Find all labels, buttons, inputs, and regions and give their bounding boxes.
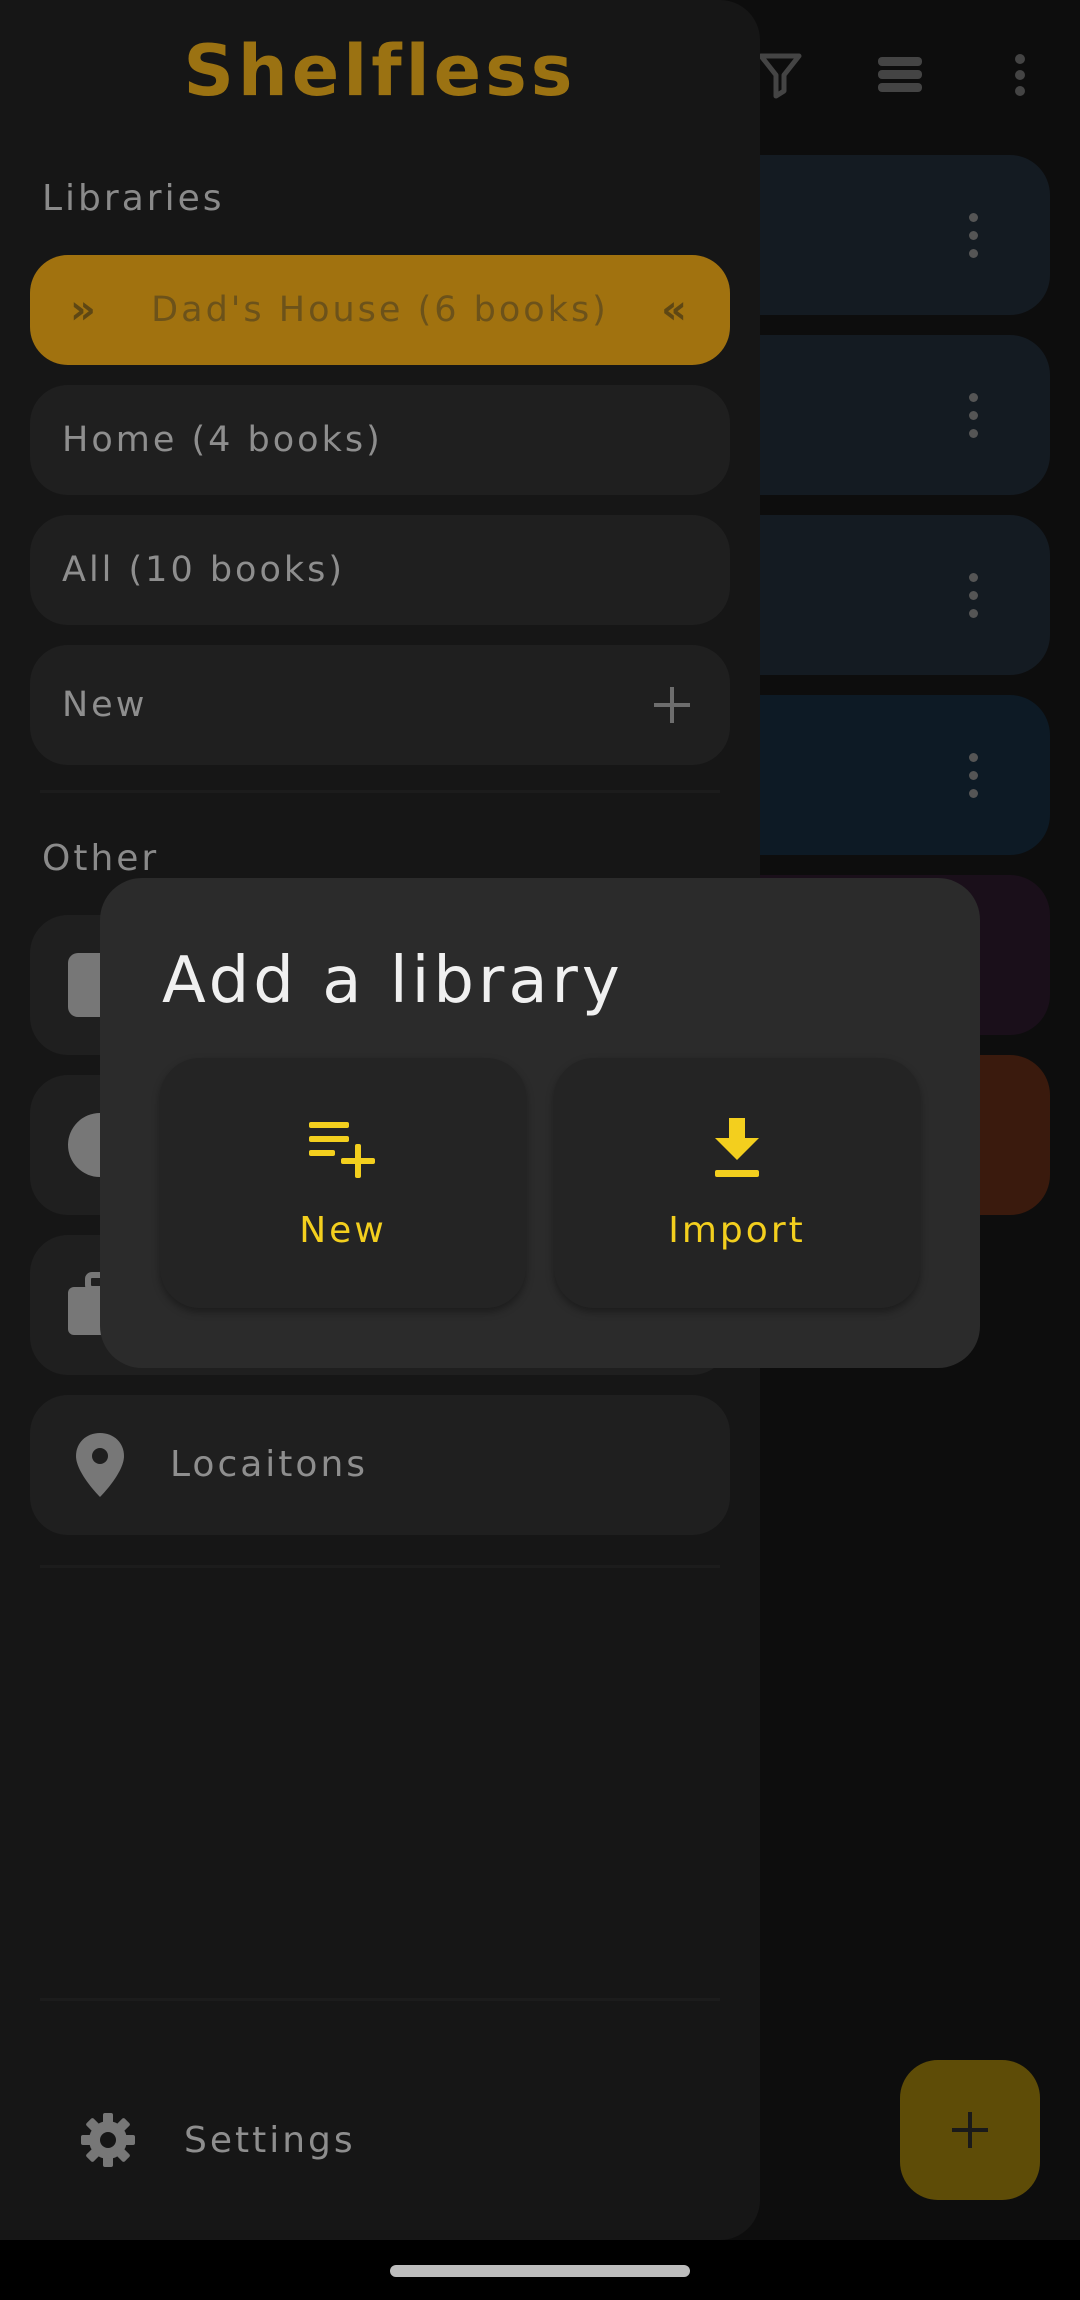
view-list-icon[interactable] [870, 45, 930, 105]
new-option-label: New [299, 1210, 387, 1251]
new-library-label: New [62, 685, 148, 725]
libraries-heading: Libraries [42, 178, 225, 219]
more-vert-icon[interactable] [969, 213, 978, 258]
chevrons-right-icon: » [70, 287, 99, 333]
more-vert-icon[interactable] [969, 393, 978, 438]
chevrons-left-icon: « [661, 287, 690, 333]
library-label: All (10 books) [62, 550, 346, 590]
dialog-title: Add a library [162, 944, 624, 1018]
import-library-option-button[interactable]: Import [554, 1058, 920, 1308]
other-item-locations[interactable]: Locaitons [30, 1395, 730, 1535]
home-gesture-handle[interactable] [390, 2265, 690, 2277]
divider [40, 1998, 720, 2001]
library-label: Dad's House (6 books) [151, 290, 609, 330]
new-library-option-button[interactable]: New [160, 1058, 526, 1308]
divider [40, 790, 720, 793]
gear-icon [81, 2113, 135, 2167]
library-label: Home (4 books) [62, 420, 383, 460]
plus-icon [654, 687, 690, 723]
divider [40, 1565, 720, 1568]
settings-label: Settings [184, 2119, 356, 2161]
add-library-dialog: Add a library New Import [100, 878, 980, 1368]
import-option-label: Import [668, 1210, 806, 1251]
other-heading: Other [42, 838, 160, 879]
add-book-button[interactable] [900, 2060, 1040, 2200]
more-vert-icon[interactable] [969, 573, 978, 618]
more-vert-icon[interactable] [969, 753, 978, 798]
location-pin-icon [76, 1433, 124, 1497]
locations-label: Locaitons [170, 1444, 369, 1485]
library-item-all[interactable]: All (10 books) [30, 515, 730, 625]
more-vert-icon[interactable] [990, 45, 1050, 105]
new-library-button[interactable]: New [30, 645, 730, 765]
plus-icon [952, 2112, 988, 2148]
settings-item[interactable]: Settings [80, 2105, 356, 2175]
app-title: Shelfless [183, 30, 577, 112]
playlist-add-icon [309, 1122, 375, 1178]
system-nav-bar [0, 2240, 1080, 2300]
download-icon [715, 1118, 759, 1177]
library-item-home[interactable]: Home (4 books) [30, 385, 730, 495]
library-item-dads-house[interactable]: » Dad's House (6 books) « [30, 255, 730, 365]
